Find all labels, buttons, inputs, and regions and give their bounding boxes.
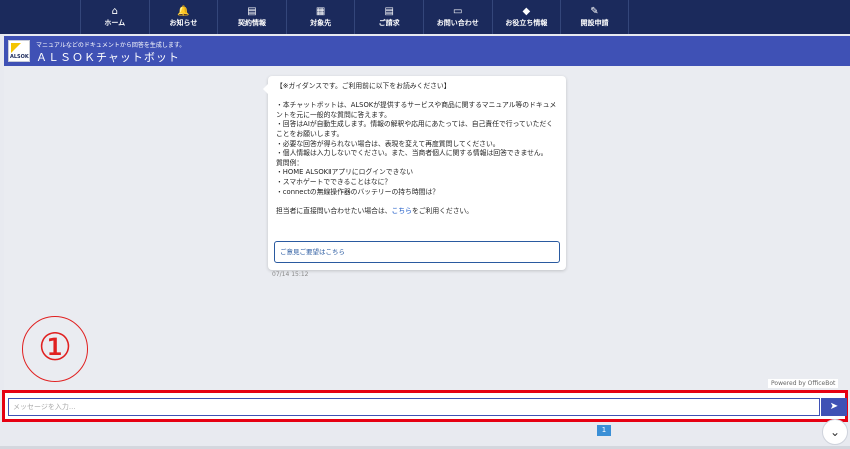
message-line: ・個人情報は入力しないでください。また、当商者個人に関する情報は回答できません。	[276, 149, 548, 158]
tag-icon: ◆	[522, 6, 531, 17]
message-line: 質問例：	[276, 158, 304, 167]
feedback-button[interactable]: ご意見ご要望はこちら	[274, 241, 560, 263]
contract-icon: ▤	[247, 6, 257, 17]
nav-label: お問い合わせ	[436, 19, 479, 27]
nav-item-5[interactable]: ▤ ご請求	[354, 0, 423, 34]
chat-icon: ▭	[453, 6, 463, 17]
message-timestamp: 07/14 15:12	[272, 271, 309, 278]
send-icon: ➤	[829, 401, 839, 412]
chat-area[interactable]: 【※ガイダンスです。ご利用前に以下をお読みください】・本チャットボットは、ALS…	[4, 66, 850, 390]
header-title: ＡＬＳＯＫチャットボット	[36, 51, 180, 64]
header-subtitle: マニュアルなどのドキュメントから回答を生成します。	[36, 42, 186, 49]
nav-label: ホーム	[104, 19, 126, 27]
nav-item-2[interactable]: 🔔 お知らせ	[148, 0, 218, 34]
nav-label: お知らせ	[169, 19, 198, 27]
message-input[interactable]	[8, 398, 820, 416]
bot-message-bubble: 【※ガイダンスです。ご利用前に以下をお読みください】・本チャットボットは、ALS…	[263, 76, 566, 270]
alsok-logo: ALSOK	[8, 40, 30, 62]
building-icon: ▦	[315, 6, 326, 17]
nav-label: ご請求	[378, 19, 400, 27]
contact-line: 担当者に直接問い合わせたい場合は、こちらをご利用ください。	[276, 206, 474, 215]
nav-label: 対象先	[310, 19, 332, 27]
message-line: 【※ガイダンスです。ご利用前に以下をお読みください】	[276, 82, 451, 90]
page-indicator[interactable]: 1	[597, 425, 611, 436]
nav-item-6[interactable]: ▭ お問い合わせ	[422, 0, 492, 34]
scroll-down-button[interactable]: ⌄	[822, 419, 848, 445]
invoice-icon: ▤	[384, 6, 394, 17]
message-line: ・回答はAIが自動生成します。情報の解釈や応用にあたっては、自己責任で行っていた…	[276, 120, 554, 138]
message-line: ・必要な回答が得られない場合は、表現を変えて再度質問してください。	[276, 139, 500, 148]
nav-item-4[interactable]: ▦ 対象先	[285, 0, 355, 34]
message-text: 【※ガイダンスです。ご利用前に以下をお読みください】・本チャットボットは、ALS…	[276, 82, 558, 207]
logo-text: ALSOK	[10, 54, 29, 60]
bell-icon: 🔔	[177, 6, 190, 17]
nav-item-3[interactable]: ▤ 契約情報	[217, 0, 286, 34]
send-button[interactable]: ➤	[821, 398, 847, 416]
nav-item-1[interactable]: ⌂ ホーム	[80, 0, 149, 34]
message-line: ・本チャットボットは、ALSOKが提供するサービスや商品に関するマニュアル等のド…	[276, 101, 557, 119]
contact-link[interactable]: こちら	[392, 207, 412, 215]
step-annotation-circle: ①	[22, 316, 88, 382]
message-line: ・connectの無線操作器のバッテリーの持ち時間は？	[276, 187, 440, 196]
chevron-down-icon: ⌄	[829, 425, 841, 439]
home-icon: ⌂	[111, 6, 118, 17]
nav-label: 契約情報	[237, 19, 266, 27]
top-navigation: ⌂ ホーム 🔔 お知らせ ▤ 契約情報 ▦ 対象先 ▤ ご請求 ▭ お問い合わせ ◆ お役立ち情報 ✎ 開設申…	[0, 0, 850, 34]
message-line: ・スマホゲートでできることはなに？	[276, 177, 392, 186]
nav-label: 開設申請	[580, 19, 609, 27]
nav-bar: ⌂ ホーム 🔔 お知らせ ▤ 契約情報 ▦ 対象先 ▤ ご請求 ▭ お問い合わせ ◆ お役立ち情報 ✎ 開設申…	[80, 0, 629, 34]
input-highlight-frame: ➤	[2, 390, 848, 422]
nav-item-8[interactable]: ✎ 開設申請	[560, 0, 629, 34]
message-line: ・HOME ALSOKⅡアプリにログインできない	[276, 168, 414, 177]
powered-by-label: Powered by OfficeBot	[768, 379, 839, 388]
chatbot-header: ALSOK マニュアルなどのドキュメントから回答を生成します。 ＡＬＳＯＫチャッ…	[4, 36, 850, 66]
edit-icon: ✎	[590, 6, 599, 17]
nav-label: お役立ち情報	[505, 19, 548, 27]
nav-item-7[interactable]: ◆ お役立ち情報	[491, 0, 561, 34]
